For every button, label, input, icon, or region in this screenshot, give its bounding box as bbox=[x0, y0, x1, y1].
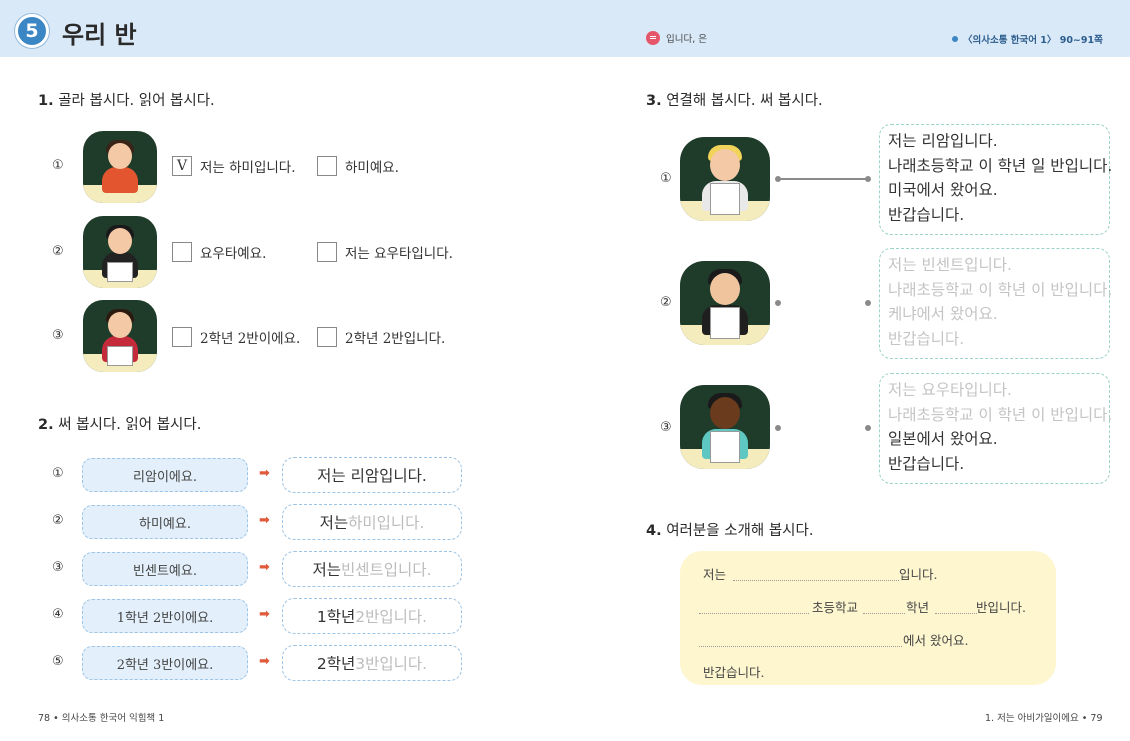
section1-row3-option2[interactable]: 2학년 2반입니다. bbox=[317, 327, 445, 347]
section2-row2-source: 하미예요. bbox=[82, 505, 248, 539]
section1-row3-number: ③ bbox=[52, 328, 64, 343]
vincent-portrait bbox=[680, 261, 770, 345]
section1-title: 1. 골라 봅시다. 읽어 봅시다. bbox=[38, 93, 215, 109]
footer-left-page: 78 • 의사소통 한국어 익힘책 1 bbox=[38, 713, 165, 724]
unit-number-badge: 5 bbox=[15, 14, 49, 48]
intro-prefix: 저는 bbox=[703, 567, 727, 582]
checkbox[interactable] bbox=[317, 156, 337, 176]
reference-text: 〈의사소통 한국어 1〉 90~91쪽 bbox=[963, 35, 1103, 46]
section4-title: 4. 여러분을 소개해 봅시다. bbox=[646, 523, 814, 539]
reference-dot-icon bbox=[952, 36, 958, 42]
section3-row3-number: ③ bbox=[660, 420, 672, 435]
liam-portrait bbox=[680, 137, 770, 221]
intro-country-label: 에서 왔어요. bbox=[903, 633, 969, 648]
right-arrow-icon: ➡ bbox=[259, 560, 270, 575]
grammar-note: 입니다, 은 bbox=[646, 31, 707, 45]
intro-grade-label: 학년 bbox=[906, 600, 930, 615]
class-blank[interactable] bbox=[935, 613, 977, 614]
intro-closing: 반갑습니다. bbox=[703, 665, 765, 680]
section2-row3-source: 빈센트예요. bbox=[82, 552, 248, 586]
section3-speech-1[interactable]: 저는 리암입니다. 나래초등학교 이 학년 일 반입니다. 미국에서 왔어요. … bbox=[879, 124, 1112, 235]
student-portrait bbox=[680, 385, 770, 469]
hami-portrait bbox=[83, 131, 157, 203]
grade-blank[interactable] bbox=[863, 613, 905, 614]
section2-row2-answer[interactable]: 저는 하미입니다. bbox=[282, 504, 462, 540]
student-portrait bbox=[83, 300, 157, 372]
grammar-text: 입니다, 은 bbox=[666, 34, 707, 45]
section3-speech-2[interactable]: 저는 빈센트입니다. 나래초등학교 이 학년 이 반입니다. 케냐에서 왔어요.… bbox=[879, 248, 1112, 359]
school-blank[interactable] bbox=[699, 613, 809, 614]
section2-row5-answer[interactable]: 2학년 3반입니다. bbox=[282, 645, 462, 681]
section2-row5-number: ⑤ bbox=[52, 654, 64, 669]
section2-row3-number: ③ bbox=[52, 560, 64, 575]
connector-line bbox=[778, 178, 868, 180]
section1-row1-option1[interactable]: V 저는 하미입니다. bbox=[172, 156, 296, 176]
section1-row2-number: ② bbox=[52, 244, 64, 259]
checkbox[interactable] bbox=[172, 327, 192, 347]
section1-row3-option1[interactable]: 2학년 2반이에요. bbox=[172, 327, 300, 347]
intro-school-label: 초등학교 bbox=[812, 600, 859, 615]
right-arrow-icon: ➡ bbox=[259, 466, 270, 481]
checkbox[interactable] bbox=[172, 242, 192, 262]
checkbox[interactable] bbox=[317, 327, 337, 347]
textbook-reference: 〈의사소통 한국어 1〉 90~91쪽 bbox=[952, 32, 1103, 46]
right-arrow-icon: ➡ bbox=[259, 654, 270, 669]
section2-row3-answer[interactable]: 저는 빈센트입니다. bbox=[282, 551, 462, 587]
footer-right-page: 1. 저는 아비가일이에요 • 79 bbox=[985, 713, 1103, 724]
right-arrow-icon: ➡ bbox=[259, 513, 270, 528]
section2-title: 2. 써 봅시다. 읽어 봅시다. bbox=[38, 417, 202, 433]
intro-class-label: 반입니다. bbox=[976, 600, 1026, 615]
unit-title: 우리 반 bbox=[62, 21, 137, 49]
section2-row4-number: ④ bbox=[52, 607, 64, 622]
connector-dot[interactable] bbox=[865, 425, 871, 431]
section3-speech-3[interactable]: 저는 요우타입니다. 나래초등학교 이 학년 이 반입니다. 일본에서 왔어요.… bbox=[879, 373, 1112, 484]
section2-row1-source: 리암이에요. bbox=[82, 458, 248, 492]
checkbox[interactable] bbox=[317, 242, 337, 262]
grammar-icon bbox=[646, 31, 660, 45]
connector-dot[interactable] bbox=[865, 300, 871, 306]
section1-row2-option2[interactable]: 저는 요우타입니다. bbox=[317, 242, 453, 262]
section3-row2-number: ② bbox=[660, 295, 672, 310]
check-mark-icon[interactable]: V bbox=[172, 156, 192, 176]
section3-row1-number: ① bbox=[660, 171, 672, 186]
section2-row4-source: 1학년 2반이에요. bbox=[82, 599, 248, 633]
section2-row1-number: ① bbox=[52, 466, 64, 481]
connector-dot[interactable] bbox=[865, 176, 871, 182]
page-header: 5 우리 반 입니다, 은 〈의사소통 한국어 1〉 90~91쪽 bbox=[0, 0, 1130, 57]
section3-title: 3. 연결해 봅시다. 써 봅시다. bbox=[646, 93, 823, 109]
intro-name-suffix: 입니다. bbox=[899, 567, 938, 582]
section1-row2-option1[interactable]: 요우타예요. bbox=[172, 242, 266, 262]
section2-row4-answer[interactable]: 1학년 2반입니다. bbox=[282, 598, 462, 634]
section1-row1-option2[interactable]: 하미예요. bbox=[317, 156, 399, 176]
country-blank[interactable] bbox=[699, 646, 902, 647]
section2-row5-source: 2학년 3반이에요. bbox=[82, 646, 248, 680]
name-blank[interactable] bbox=[733, 580, 899, 581]
connector-dot[interactable] bbox=[775, 425, 781, 431]
connector-dot[interactable] bbox=[775, 300, 781, 306]
right-arrow-icon: ➡ bbox=[259, 607, 270, 622]
section1-row1-number: ① bbox=[52, 158, 64, 173]
section2-row1-answer[interactable]: 저는 리암입니다. bbox=[282, 457, 462, 493]
section2-row2-number: ② bbox=[52, 513, 64, 528]
youta-portrait bbox=[83, 216, 157, 288]
